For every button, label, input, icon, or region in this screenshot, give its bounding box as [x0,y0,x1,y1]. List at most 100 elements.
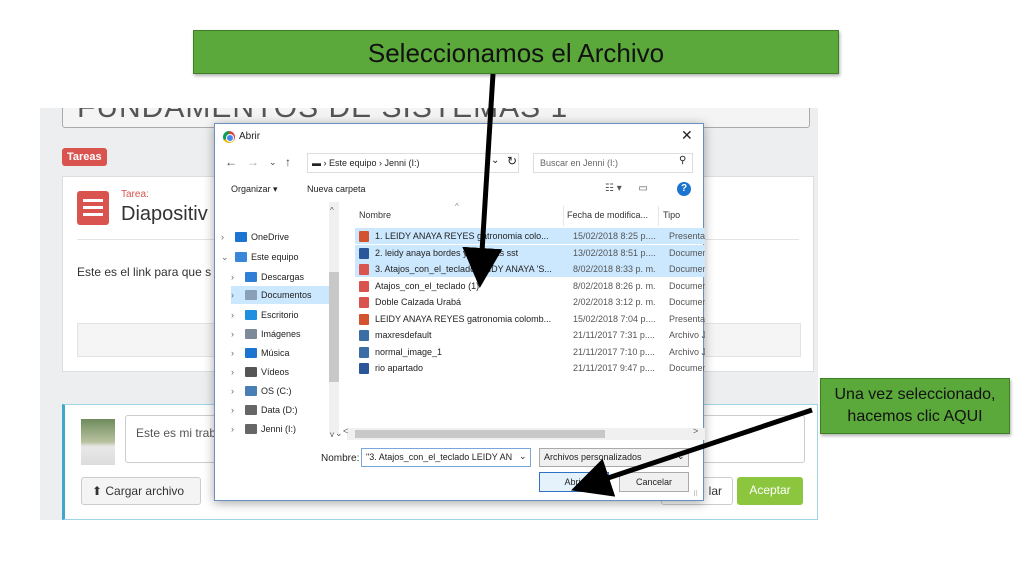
file-type-select[interactable]: Archivos personalizados [539,448,689,467]
image-file-icon [359,346,369,358]
refresh-icon[interactable]: ↻ [507,154,517,168]
column-date[interactable]: Fecha de modifica... [567,210,648,220]
tree-item[interactable]: › Vídeos [231,363,339,381]
expand-chevron-icon[interactable]: › [231,286,234,304]
recent-dropdown-icon[interactable]: ⌄ [269,157,277,168]
tree-item-label: Descargas [261,272,305,282]
expand-chevron-icon[interactable]: › [231,382,234,400]
close-icon[interactable]: ✕ [681,127,693,144]
tree-item[interactable]: ⌄ Este equipo [221,248,329,266]
file-row[interactable]: 3. Atajos_con_el_teclado LEIDY ANAYA 'S.… [355,261,705,277]
task-list-icon [77,191,109,225]
task-label: Tarea: [121,189,149,200]
column-separator[interactable] [658,206,659,226]
file-name: 3. Atajos_con_el_teclado LEIDY ANAYA 'S.… [375,264,552,274]
open-file-dialog: Abrir ✕ ← → ⌄ ↑ ▬ › Este equipo › Jenni … [214,123,705,501]
chevron-down-icon[interactable]: ⌄ [491,155,499,166]
expand-chevron-icon[interactable]: › [221,228,224,246]
view-options-icon[interactable]: ☷ ▾ ▭ [605,183,648,194]
expand-chevron-icon[interactable]: › [231,363,234,381]
pdf-icon [359,297,369,308]
chevron-down-icon[interactable]: ⌄ [519,451,527,462]
tree-item[interactable]: › Imágenes [231,325,339,343]
address-bar[interactable]: ▬ › Este equipo › Jenni (I:) [307,153,519,173]
scroll-right-icon[interactable]: > [693,426,698,436]
file-row[interactable]: Atajos_con_el_teclado (1) 8/02/2018 8:26 … [355,278,705,294]
tree-item[interactable]: › Música [231,344,339,362]
file-row[interactable]: LEIDY ANAYA REYES gatronomia colomb... 15… [355,311,705,327]
back-arrow-icon[interactable]: ← [225,155,237,169]
tree-item-label: Este equipo [251,252,299,262]
file-date: 15/02/2018 8:25 p.... [573,231,656,241]
tree-item-label: OneDrive [251,232,290,242]
column-name[interactable]: Nombre [359,210,391,220]
tareas-badge: Tareas [62,148,107,166]
file-row[interactable]: 2. leidy anaya bordes y sangrias sst 13/0… [355,244,705,261]
file-row[interactable]: 1. LEIDY ANAYA REYES gatronomia colo... 1… [355,228,705,244]
tree-scrollbar-thumb[interactable] [329,272,339,382]
tree-item-label: Documentos [261,290,312,300]
file-date: 21/11/2017 7:31 p.... [573,330,655,340]
expand-chevron-icon[interactable]: › [231,401,234,419]
file-name: maxresdefault [375,330,432,340]
expand-chevron-icon[interactable]: › [231,268,234,286]
expand-chevron-icon[interactable]: › [231,325,234,343]
scroll-up-icon[interactable]: ^ [330,206,334,215]
desktop-icon [245,310,257,320]
accept-button[interactable]: Aceptar [737,477,803,505]
file-row[interactable]: Doble Calzada Urabá 2/02/2018 3:12 p. m. D… [355,294,705,310]
filename-input[interactable]: "3. Atajos_con_el_teclado LEIDY AN [361,448,531,467]
right-callout-line2: hacemos clic AQUI [847,408,983,425]
file-list: 1. LEIDY ANAYA REYES gatronomia colo... 1… [347,228,705,422]
file-row[interactable]: rio apartado 21/11/2017 9:47 p.... Documen [355,360,705,376]
file-type: Documen [669,297,705,307]
file-row[interactable]: normal_image_1 21/11/2017 7:10 p.... Archi… [355,344,705,360]
horizontal-scrollbar-thumb[interactable] [355,430,605,438]
tree-item[interactable]: › OS (C:) [231,382,339,400]
file-name: Atajos_con_el_teclado (1) [375,280,480,291]
organize-menu[interactable]: Organizar ▾ [231,184,278,195]
scroll-down-icon[interactable]: v [330,430,334,439]
scroll-left-icon[interactable]: < [343,426,348,436]
file-date: 8/02/2018 8:33 p. m. [573,264,656,274]
powerpoint-icon [359,313,369,325]
drive-icon [245,386,257,396]
file-date: 21/11/2017 7:10 p.... [573,346,655,357]
tree-item[interactable]: › Data (D:) [231,401,339,419]
file-date: 15/02/2018 7:04 p.... [573,313,656,324]
tree-item[interactable]: › Documentos [231,286,339,304]
tree-item[interactable]: › OneDrive [221,228,329,246]
expand-chevron-icon[interactable]: ⌄ [221,248,229,266]
file-type: Documen [669,247,705,258]
column-separator[interactable] [563,206,564,226]
expand-chevron-icon[interactable]: › [231,344,234,362]
tree-item[interactable]: › Descargas [231,268,339,286]
chrome-icon [223,131,235,143]
up-arrow-icon[interactable]: ↑ [285,155,291,169]
tree-item-label: Escritorio [261,310,299,320]
search-icon[interactable]: ⚲ [679,155,686,166]
search-input[interactable]: Buscar en Jenni (I:) [533,153,693,173]
resize-grip-icon[interactable]: ⠿ [693,490,698,498]
chevron-down-icon[interactable]: ⌄ [335,428,343,439]
column-type[interactable]: Tipo [663,210,680,220]
tree-item-label: Música [261,348,290,358]
new-folder-button[interactable]: Nueva carpeta [307,184,366,194]
upload-file-button[interactable]: ⬆ Cargar archivo [81,477,201,505]
help-icon[interactable]: ? [677,182,691,196]
expand-chevron-icon[interactable]: › [231,420,234,438]
file-type: Archivo JF [669,330,705,340]
cancel-button[interactable]: Cancelar [619,472,689,492]
file-type: Documen [669,363,705,373]
file-date: 13/02/2018 8:51 p.... [573,247,656,258]
expand-chevron-icon[interactable]: › [231,306,234,324]
file-row[interactable]: maxresdefault 21/11/2017 7:31 p.... Archiv… [355,327,705,343]
drive-icon [245,405,257,415]
tree-item[interactable]: › Jenni (I:) [231,420,339,438]
file-name: 2. leidy anaya bordes y sangrias sst [375,247,519,258]
forward-arrow-icon[interactable]: → [247,155,259,169]
tree-item[interactable]: › Escritorio [231,306,339,324]
chevron-down-icon[interactable]: ⌄ [677,451,685,462]
open-button[interactable]: Abrir [539,472,609,492]
upload-icon: ⬆ [92,484,106,498]
